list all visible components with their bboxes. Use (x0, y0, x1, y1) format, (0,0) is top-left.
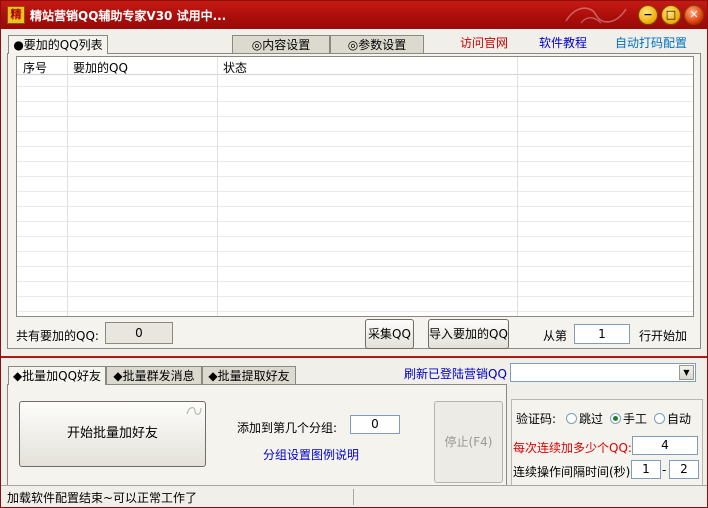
decorative-swirl-icon (565, 7, 627, 24)
radio-skip[interactable] (566, 413, 577, 424)
captcha-label: 验证码: (516, 412, 557, 426)
qq-list-table[interactable]: 序号 要加的QQ 状态 (16, 56, 694, 317)
title-bar[interactable]: 精 精站营销QQ辅助专家V30 试用中... − □ ✕ (1, 1, 707, 29)
tab-content-settings[interactable]: ◎内容设置 (232, 35, 330, 54)
table-header: 序号 要加的QQ 状态 (17, 57, 693, 75)
group-number-input[interactable]: 0 (350, 415, 400, 434)
from-row-label: 从第 (543, 329, 568, 343)
maximize-button[interactable]: □ (661, 5, 681, 25)
close-button[interactable]: ✕ (684, 5, 704, 25)
decorative-swirl-icon (186, 407, 202, 415)
total-qq-label: 共有要加的QQ: (16, 329, 99, 343)
column-header-status[interactable]: 状态 (223, 59, 247, 76)
tab-batch-add-friends[interactable]: ◆批量加QQ好友 (8, 366, 106, 385)
column-header-index[interactable]: 序号 (23, 59, 47, 76)
captcha-option-skip[interactable]: 跳过 (566, 410, 603, 427)
tutorial-link[interactable]: 软件教程 (539, 34, 587, 51)
refresh-logged-qq-link[interactable]: 刷新已登陆营销QQ (404, 365, 507, 382)
minimize-button[interactable]: − (638, 5, 658, 25)
captcha-option-auto[interactable]: 自动 (654, 410, 691, 427)
radio-auto[interactable] (654, 413, 665, 424)
chevron-down-icon[interactable]: ▼ (679, 365, 694, 380)
status-message: 加载软件配置结束~可以正常工作了 (7, 491, 198, 505)
tab-batch-send-messages[interactable]: ◆批量群发消息 (106, 366, 202, 385)
group-number-label: 添加到第几个分组: (237, 421, 338, 435)
tab-param-settings[interactable]: ◎参数设置 (330, 35, 424, 54)
row-start-label: 行开始加 (639, 329, 688, 343)
stop-button[interactable]: 停止(F4) (434, 401, 503, 483)
column-header-qq[interactable]: 要加的QQ (73, 59, 128, 76)
official-site-link[interactable]: 访问官网 (460, 34, 508, 51)
per-run-input[interactable]: 4 (632, 436, 698, 455)
interval-label: 连续操作间隔时间(秒) (513, 465, 631, 479)
status-separator (353, 489, 354, 505)
start-row-input[interactable]: 1 (574, 324, 630, 344)
total-qq-value: 0 (105, 322, 173, 344)
column-divider (67, 57, 68, 316)
interval-dash: - (662, 463, 667, 477)
status-bar: 加载软件配置结束~可以正常工作了 (1, 485, 707, 507)
auto-captcha-link[interactable]: 自动打码配置 (615, 34, 687, 51)
start-batch-add-button[interactable]: 开始批量加好友 (19, 401, 206, 467)
section-divider (1, 356, 707, 358)
tab-qq-list[interactable]: ●要加的QQ列表 (8, 35, 108, 54)
window-title: 精站营销QQ辅助专家V30 试用中... (30, 9, 227, 23)
main-window: 精 精站营销QQ辅助专家V30 试用中... − □ ✕ ●要加的QQ列表 ◎内… (0, 0, 708, 508)
captcha-option-manual[interactable]: 手工 (610, 410, 647, 427)
group-help-link[interactable]: 分组设置图例说明 (263, 446, 359, 463)
per-run-label: 每次连续加多少个QQ: (513, 441, 632, 455)
radio-manual[interactable] (610, 413, 621, 424)
column-divider (517, 57, 518, 316)
collect-qq-button[interactable]: 采集QQ (365, 319, 414, 349)
app-logo-icon: 精 (7, 6, 25, 24)
column-divider (217, 57, 218, 316)
tab-batch-extract-friends[interactable]: ◆批量提取好友 (202, 366, 296, 385)
import-qq-button[interactable]: 导入要加的QQ (428, 319, 509, 349)
account-select[interactable]: ▼ (510, 363, 696, 382)
interval-min-input[interactable]: 1 (631, 460, 661, 479)
interval-max-input[interactable]: 2 (669, 460, 699, 479)
